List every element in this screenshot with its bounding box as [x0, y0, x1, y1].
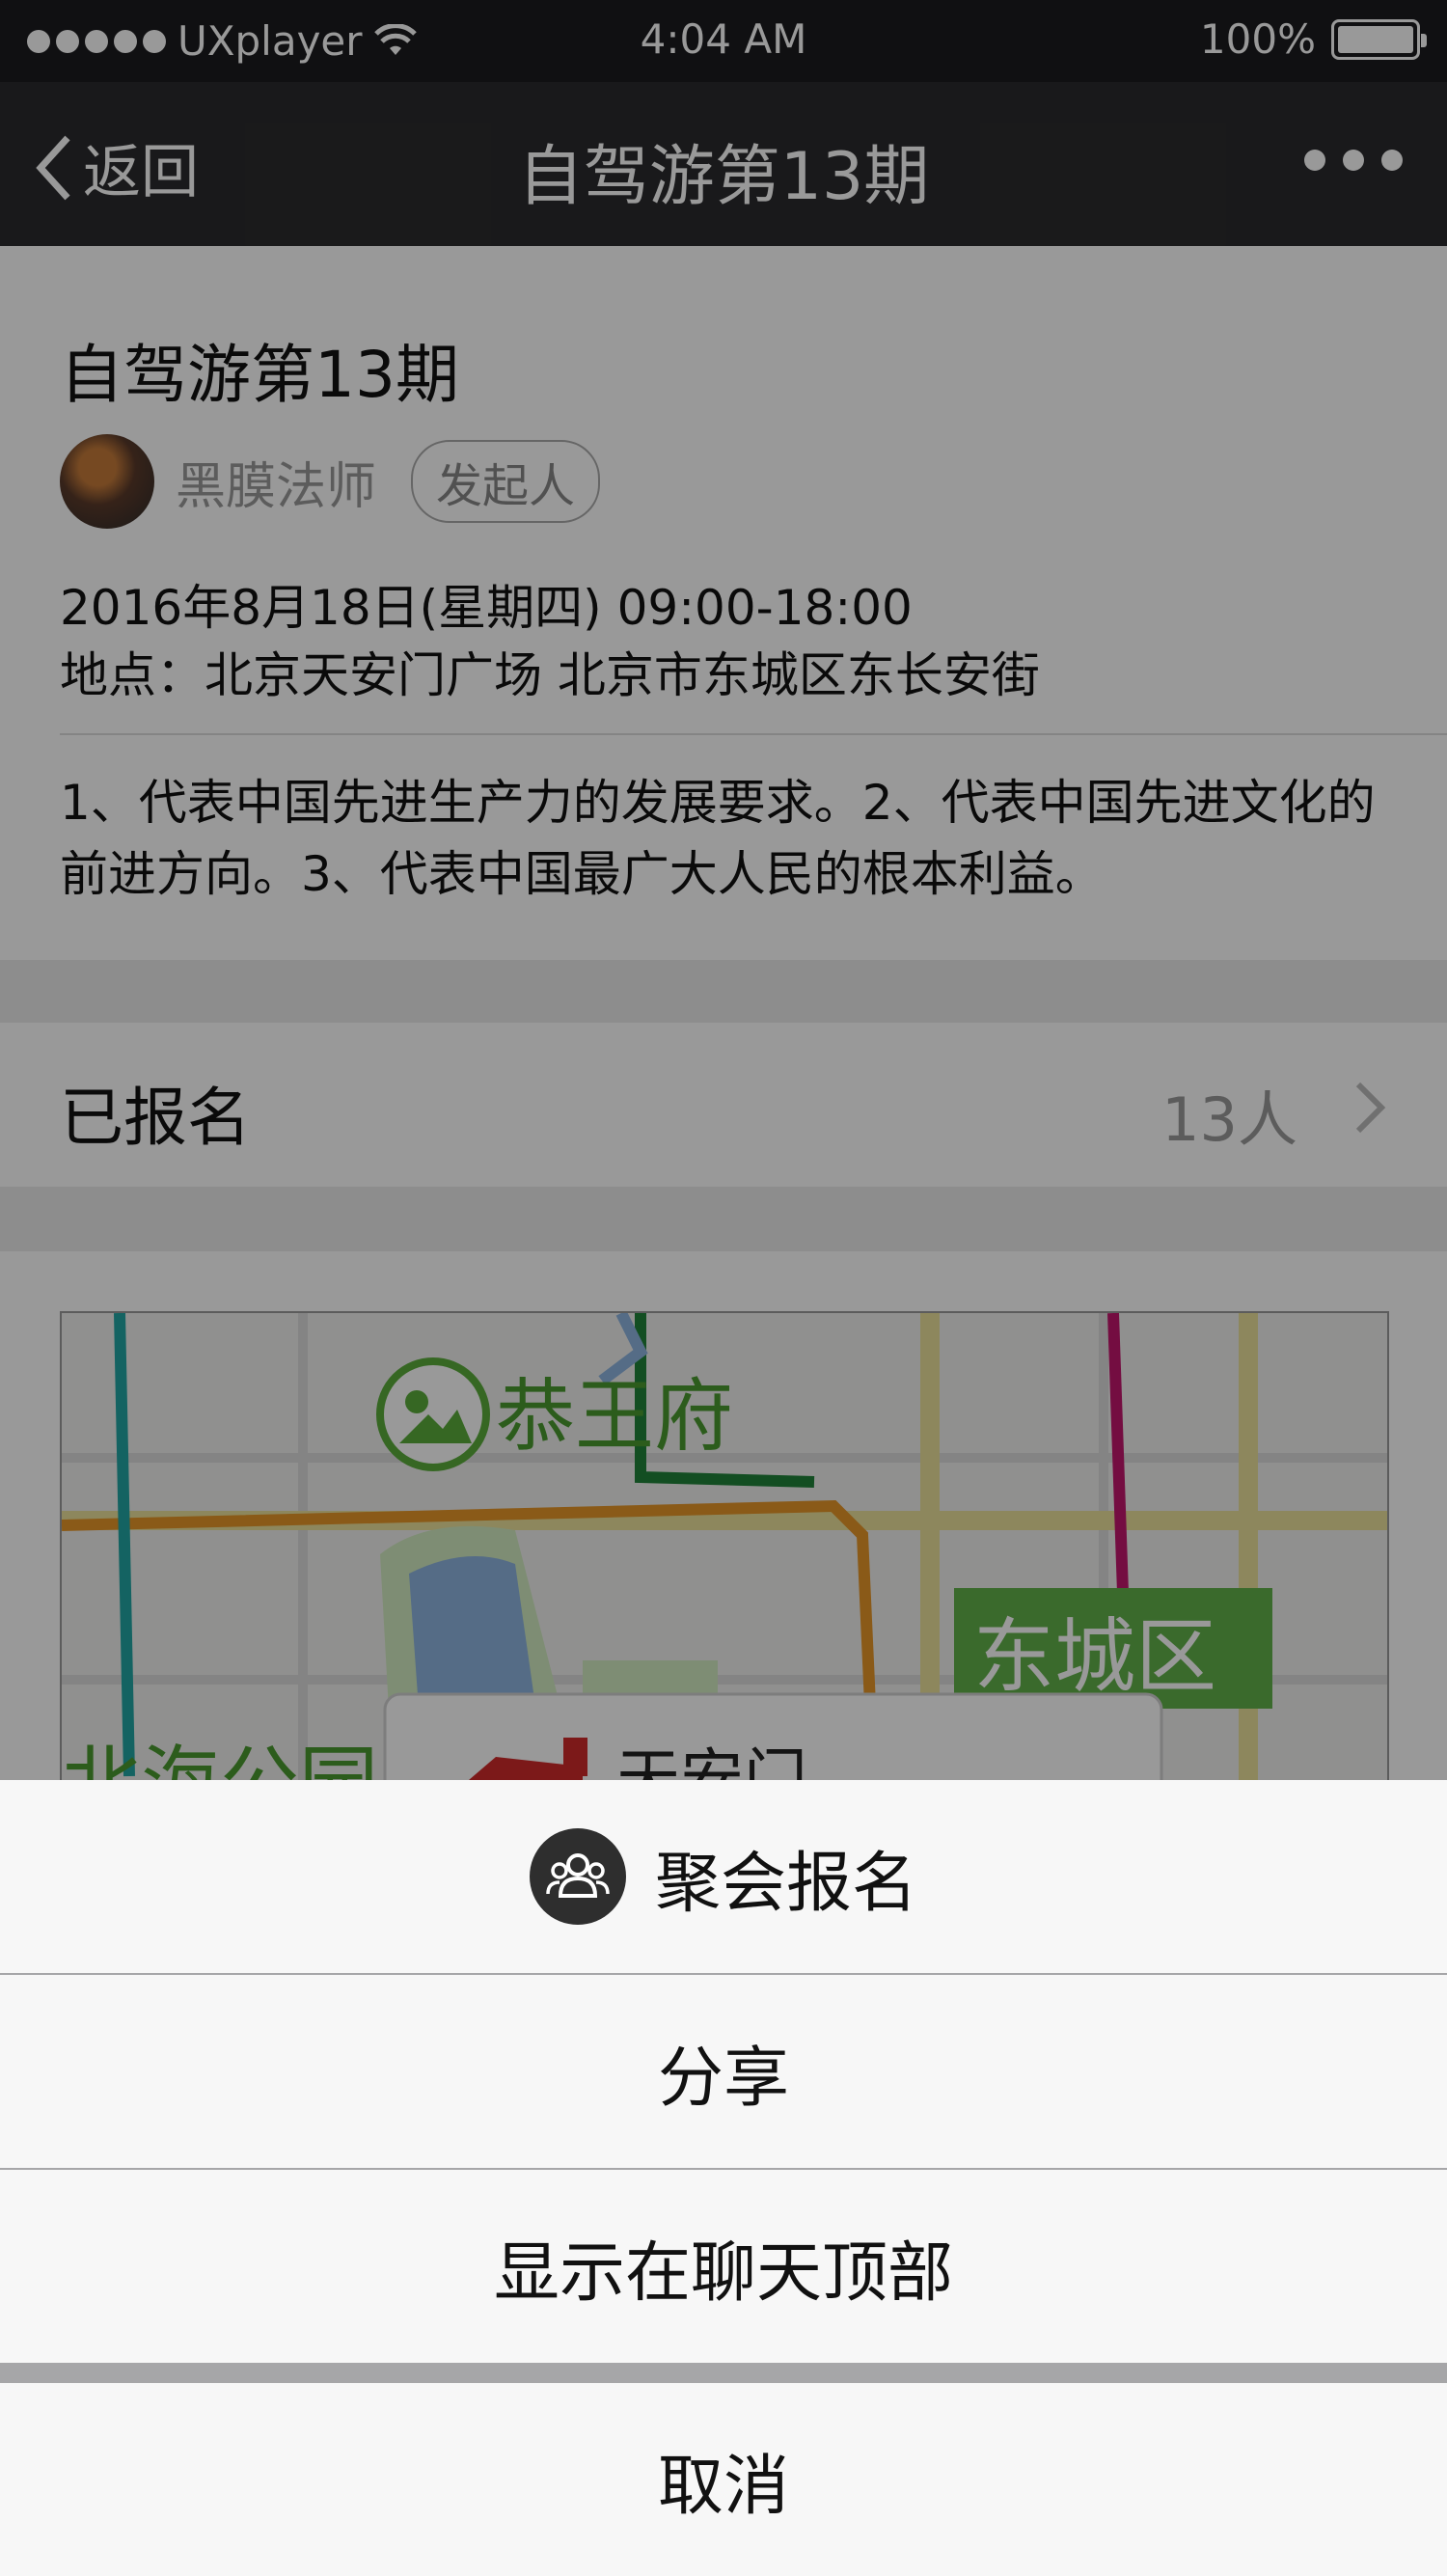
- action-sheet: 聚会报名 分享 显示在聊天顶部 取消: [0, 1780, 1447, 2576]
- group-icon: [529, 1828, 626, 1925]
- action-share-button[interactable]: 分享: [0, 1975, 1447, 2168]
- action-pin-top-button[interactable]: 显示在聊天顶部: [0, 2170, 1447, 2363]
- action-signup-button[interactable]: 聚会报名: [0, 1780, 1447, 1973]
- cancel-button[interactable]: 取消: [0, 2383, 1447, 2576]
- action-signup-label: 聚会报名: [654, 1845, 917, 1922]
